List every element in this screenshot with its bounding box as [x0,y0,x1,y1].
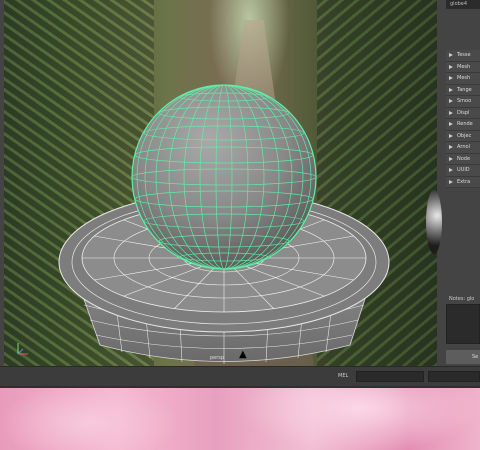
attr-section-label: Extra [457,178,471,185]
select-button[interactable]: Se [446,350,480,364]
command-line-bar: MEL [0,366,480,386]
viewport-panel[interactable]: persp ▲ [4,0,437,366]
expand-triangle-icon [449,64,453,69]
attr-section-label: Displ [457,109,470,116]
camera-label: persp [210,355,225,361]
attr-section-tessellation[interactable]: Tesse [446,50,480,62]
attr-section-uuid[interactable]: UUID [446,165,480,177]
expand-triangle-icon [449,76,453,81]
expand-triangle-icon [449,133,453,138]
expand-triangle-icon [449,122,453,127]
attr-section-label: Tesse [457,52,471,59]
attr-section-tangent[interactable]: Tange [446,84,480,96]
attr-section-label: Mesh [457,63,471,70]
expand-triangle-icon [449,145,453,150]
attr-section-label: Rende [457,121,473,128]
expand-triangle-icon [449,53,453,58]
attr-section-mesh-controls[interactable]: Mesh [446,61,480,73]
attr-section-node[interactable]: Node [446,153,480,165]
attr-section-label: Tange [457,86,472,93]
pointer-cursor-icon: ▲ [239,349,247,360]
attr-section-label: Mesh [457,75,471,82]
maya-window: persp ▲ globe4 Tesse Mesh Mesh Tange Smo… [0,0,480,388]
attr-section-displacement[interactable]: Displ [446,107,480,119]
expand-triangle-icon [449,99,453,104]
axis-gizmo-icon [17,343,28,355]
attr-section-smooth[interactable]: Smoo [446,96,480,108]
notes-label: Notes: glo [449,296,475,302]
attr-section-mesh-display[interactable]: Mesh [446,73,480,85]
mel-command-input[interactable] [356,371,424,382]
notes-textarea[interactable] [446,304,480,344]
attr-section-object[interactable]: Objec [446,130,480,142]
expand-triangle-icon [449,110,453,115]
attr-section-extra[interactable]: Extra [446,176,480,188]
mel-result-field [428,371,480,382]
scene-canvas[interactable] [4,0,437,366]
attr-section-render[interactable]: Rende [446,119,480,131]
attr-section-label: Objec [457,132,472,139]
material-swatch-preview [426,190,442,254]
mel-label: MEL [338,373,349,379]
expand-triangle-icon [449,168,453,173]
attr-section-arnold[interactable]: Arnol [446,142,480,154]
node-name-field[interactable]: globe4 [446,0,480,9]
attr-section-label: UUID [457,167,470,174]
attribute-section-list: Tesse Mesh Mesh Tange Smoo Displ Rende O… [446,50,480,188]
sphere-mesh[interactable] [131,84,317,270]
expand-triangle-icon [449,179,453,184]
attr-section-label: Arnol [457,144,471,151]
desktop-wallpaper [0,388,480,450]
attr-section-label: Smoo [457,98,472,105]
attr-section-label: Node [457,155,471,162]
expand-triangle-icon [449,156,453,161]
expand-triangle-icon [449,87,453,92]
